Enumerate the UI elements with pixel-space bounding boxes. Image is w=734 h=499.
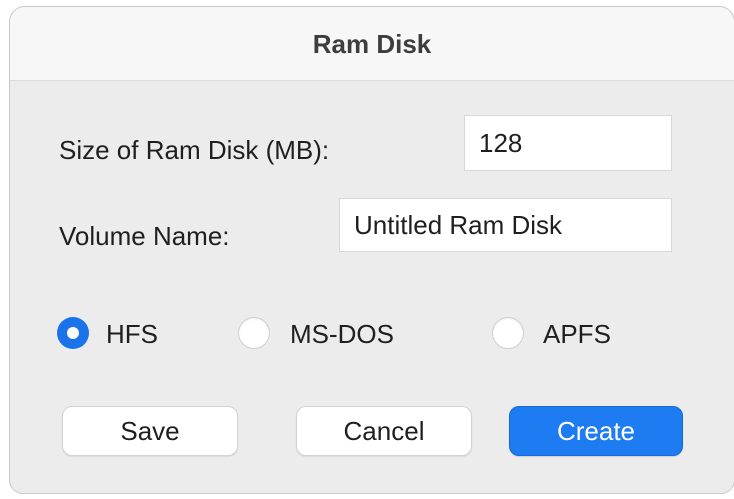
radio-hfs[interactable] (57, 317, 89, 349)
page: Ram Disk Size of Ram Disk (MB): Volume N… (0, 0, 734, 499)
dialog-title: Ram Disk (312, 29, 432, 59)
radio-apfs-label[interactable]: APFS (543, 319, 611, 350)
radio-hfs-label[interactable]: HFS (106, 319, 158, 350)
title-bar: Ram Disk (10, 7, 734, 81)
volume-name-input[interactable] (339, 198, 672, 252)
volume-name-label: Volume Name: (59, 221, 230, 251)
create-button[interactable]: Create (509, 406, 683, 456)
save-button[interactable]: Save (62, 406, 238, 456)
radio-ms-dos[interactable] (238, 317, 270, 349)
size-input[interactable] (464, 115, 672, 171)
radio-ms-dos-label[interactable]: MS-DOS (290, 319, 394, 350)
size-label: Size of Ram Disk (MB): (59, 135, 330, 165)
ram-disk-dialog: Ram Disk Size of Ram Disk (MB): Volume N… (9, 6, 734, 494)
cancel-button[interactable]: Cancel (296, 406, 472, 456)
radio-apfs[interactable] (492, 317, 524, 349)
